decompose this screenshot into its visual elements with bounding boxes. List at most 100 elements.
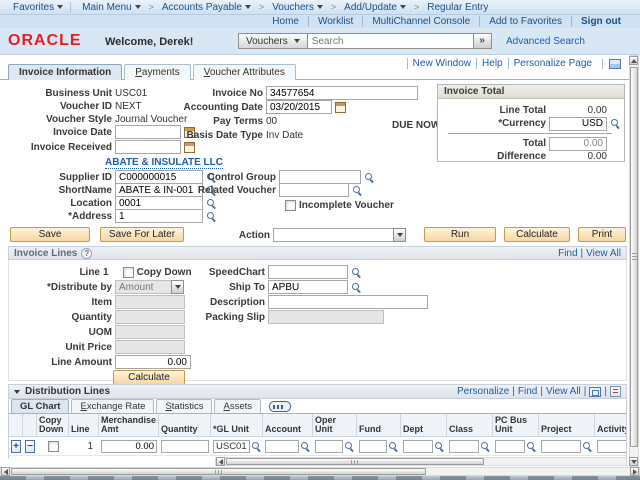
breadcrumb-main-menu[interactable]: Main Menu	[75, 2, 147, 13]
control-group-input[interactable]	[279, 170, 361, 184]
row-project-input[interactable]	[541, 440, 581, 453]
save-for-later-button[interactable]: Save For Later	[100, 227, 184, 242]
scroll-left-icon[interactable]	[1, 467, 10, 476]
scroll-left-icon[interactable]	[216, 457, 225, 466]
project-lookup-icon[interactable]	[582, 441, 593, 452]
new-window-link[interactable]: New Window	[407, 58, 476, 69]
row-class-input[interactable]	[449, 440, 479, 453]
home-link[interactable]: Home	[263, 16, 309, 27]
related-voucher-lookup-icon[interactable]	[352, 185, 363, 196]
location-input[interactable]	[115, 196, 203, 210]
supplier-name-link[interactable]: ABATE & INSULATE LLC	[105, 157, 223, 169]
account-lookup-icon[interactable]	[300, 441, 311, 452]
fund-lookup-icon[interactable]	[388, 441, 399, 452]
related-voucher-input[interactable]	[279, 183, 349, 197]
worklist-link[interactable]: Worklist	[309, 16, 363, 27]
invoice-received-input[interactable]	[115, 140, 181, 154]
help-link[interactable]: Help	[476, 58, 508, 69]
search-submit-button[interactable]	[474, 33, 492, 49]
zoom-grid-icon[interactable]	[589, 387, 601, 397]
dept-lookup-icon[interactable]	[434, 441, 445, 452]
row-activity-input[interactable]	[597, 440, 627, 453]
speedchart-lookup-icon[interactable]	[351, 267, 362, 278]
grid-tab-exchange-rate[interactable]: Exchange Rate	[71, 399, 154, 413]
multichannel-console-link[interactable]: MultiChannel Console	[363, 16, 480, 27]
distribution-view-all-link[interactable]: View All	[546, 386, 581, 397]
calculate-button[interactable]: Calculate	[504, 227, 570, 242]
calendar-icon[interactable]	[184, 142, 195, 153]
description-input[interactable]	[268, 295, 428, 309]
breadcrumb-accounts-payable[interactable]: Accounts Payable	[155, 2, 258, 13]
sign-out-link[interactable]: Sign out	[572, 16, 630, 27]
page-horizontal-scrollbar[interactable]	[0, 467, 640, 476]
pc-bus-unit-lookup-icon[interactable]	[526, 441, 537, 452]
row-quantity-input[interactable]	[161, 440, 209, 453]
grid-tab-gl-chart[interactable]: GL Chart	[11, 399, 69, 413]
row-pc-bus-unit-input[interactable]	[495, 440, 525, 453]
grid-horizontal-scrollbar[interactable]	[215, 457, 627, 466]
grid-tab-statistics[interactable]: Statistics	[156, 399, 212, 413]
add-to-favorites-link[interactable]: Add to Favorites	[480, 16, 572, 27]
tab-invoice-information[interactable]: Invoice Information	[8, 64, 122, 80]
row-account-input[interactable]	[265, 440, 299, 453]
show-all-columns-icon[interactable]	[269, 401, 291, 412]
row-merchandise-amt-input[interactable]	[101, 440, 157, 453]
breadcrumb-vouchers[interactable]: Vouchers	[265, 2, 330, 13]
location-lookup-icon[interactable]	[206, 198, 217, 209]
currency-input[interactable]	[549, 117, 607, 131]
scroll-down-icon[interactable]	[629, 457, 638, 466]
currency-lookup-icon[interactable]	[610, 118, 621, 129]
row-oper-unit-input[interactable]	[315, 440, 343, 453]
line-amount-input[interactable]	[115, 355, 191, 369]
action-select[interactable]	[273, 228, 406, 242]
gl-unit-lookup-icon[interactable]	[251, 441, 262, 452]
line-calculate-button[interactable]: Calculate	[113, 370, 185, 385]
tab-voucher-attributes[interactable]: Voucher Attributes	[193, 64, 296, 80]
scroll-up-icon[interactable]	[629, 56, 638, 65]
copy-down-checkbox[interactable]	[123, 267, 134, 278]
ship-to-lookup-icon[interactable]	[351, 282, 362, 293]
collapse-section-icon[interactable]	[14, 390, 20, 394]
ship-to-input[interactable]	[268, 280, 348, 294]
speedchart-input[interactable]	[268, 265, 348, 279]
run-button[interactable]: Run	[424, 227, 496, 242]
class-lookup-icon[interactable]	[480, 441, 491, 452]
download-to-excel-icon[interactable]	[610, 386, 621, 397]
invoice-lines-view-all-link[interactable]: View All	[586, 248, 621, 259]
welcome-text: Welcome, Derek!	[105, 36, 193, 48]
search-input[interactable]	[308, 33, 474, 49]
invoice-lines-find-link[interactable]: Find	[558, 248, 577, 259]
vertical-scrollbar-thumb[interactable]	[630, 67, 638, 447]
grid-scrollbar-thumb[interactable]	[226, 458, 484, 465]
copy-url-icon[interactable]	[609, 59, 621, 69]
row-fund-input[interactable]	[359, 440, 387, 453]
distribution-find-link[interactable]: Find	[518, 386, 537, 397]
personalize-page-link[interactable]: Personalize Page	[508, 58, 597, 69]
breadcrumb-favorites[interactable]: Favorites	[6, 2, 71, 13]
address-lookup-icon[interactable]	[206, 211, 217, 222]
distribution-personalize-link[interactable]: Personalize	[457, 386, 509, 397]
print-button[interactable]: Print	[578, 227, 626, 242]
incomplete-voucher-checkbox[interactable]	[285, 200, 296, 211]
tab-payments[interactable]: Payments	[124, 64, 190, 80]
row-dept-input[interactable]	[403, 440, 433, 453]
add-row-button[interactable]	[11, 440, 21, 453]
grid-tab-assets[interactable]: Assets	[214, 399, 261, 413]
page-scrollbar-thumb[interactable]	[11, 468, 426, 475]
search-scope-dropdown[interactable]: Vouchers	[238, 33, 308, 49]
scroll-right-icon[interactable]	[630, 467, 639, 476]
oper-unit-lookup-icon[interactable]	[344, 441, 355, 452]
invoice-no-input[interactable]	[266, 86, 418, 100]
save-button[interactable]: Save	[10, 227, 90, 242]
address-input[interactable]	[115, 209, 203, 223]
control-group-lookup-icon[interactable]	[364, 172, 375, 183]
total-input[interactable]	[549, 137, 607, 151]
advanced-search-link[interactable]: Advanced Search	[506, 36, 585, 47]
help-icon[interactable]	[81, 248, 92, 259]
accounting-date-input[interactable]	[266, 100, 332, 114]
row-copy-down-checkbox[interactable]	[48, 441, 59, 452]
calendar-icon[interactable]	[335, 102, 346, 113]
page-vertical-scrollbar[interactable]	[629, 55, 639, 467]
delete-row-button[interactable]	[25, 440, 35, 453]
breadcrumb-add-update[interactable]: Add/Update	[337, 2, 413, 13]
